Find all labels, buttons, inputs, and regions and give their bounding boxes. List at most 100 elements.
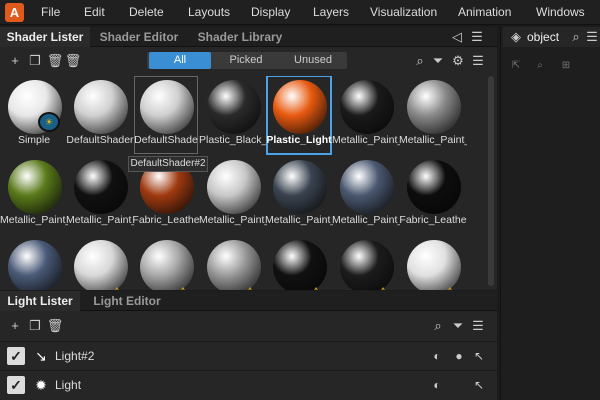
environment-badge-icon: ☀ (38, 112, 60, 132)
delete-light-icon[interactable]: 🗑 (46, 317, 64, 335)
shader-graph-badge-icon: ⟁ (174, 284, 192, 290)
shader-swatch[interactable]: Fabric_Leathe (399, 156, 467, 234)
shader-label: Fabric_Leathe (399, 214, 467, 226)
menu-display[interactable]: Display (251, 0, 290, 25)
shader-swatch[interactable]: Plastic_Black_ (199, 76, 267, 154)
tab-light-editor[interactable]: Light Editor (86, 291, 168, 311)
object-search-small-icon[interactable]: ⌕ (533, 57, 547, 75)
shader-sphere-preview (273, 80, 327, 134)
shader-swatch[interactable]: Plastic_Light (266, 76, 332, 155)
shader-swatch[interactable]: Metallic_Paint_ (332, 156, 400, 234)
shader-tab-bar: Shader Lister Shader Editor Shader Libra… (0, 27, 497, 47)
menu-visualization[interactable]: Visualization (370, 0, 437, 25)
list-menu-icon[interactable]: ☰ (470, 52, 486, 70)
shader-label: Metallic_Paint_ (399, 134, 467, 146)
object-lister-panel: ◈ object ⌕ ☰ ⇱ ⌕ ⊞ (500, 27, 600, 400)
shader-swatch[interactable]: Metallic_Paint_ (0, 156, 68, 234)
light-visibility-checkbox[interactable]: ✓ (7, 376, 25, 394)
light-visibility-checkbox[interactable]: ✓ (7, 347, 25, 365)
object-search-icon[interactable]: ⌕ (569, 28, 583, 46)
filter-icon[interactable]: ⏷ (430, 52, 446, 70)
tab-shader-lister[interactable]: Shader Lister (0, 27, 90, 47)
menu-delete[interactable]: Delete (129, 0, 164, 25)
object-search-input[interactable]: object (527, 27, 559, 47)
shader-label: Metallic_Paint_ (0, 214, 68, 226)
duplicate-icon[interactable]: ❐ (26, 52, 44, 70)
light-label: Light (55, 378, 82, 392)
shader-graph-badge-icon: ⟁ (307, 284, 325, 290)
hierarchy-icon[interactable]: ⊞ (559, 57, 573, 75)
shader-label: Metallic_Paint_ (199, 214, 267, 226)
shader-swatch[interactable]: ⟁ (267, 236, 331, 290)
light-search-icon[interactable]: ⌕ (430, 317, 446, 335)
shader-swatch[interactable]: Metallic_Paint_ (265, 156, 333, 234)
menu-animation[interactable]: Animation (458, 0, 511, 25)
trash-icon[interactable]: 🗑 (64, 52, 82, 70)
back-arrow-icon[interactable]: ◁ (450, 28, 464, 46)
tab-light-lister[interactable]: Light Lister (0, 291, 80, 311)
object-menu-icon[interactable]: ☰ (585, 28, 599, 46)
shader-swatch[interactable] (2, 236, 66, 290)
shader-swatch[interactable]: ⟁ (134, 236, 198, 290)
menu-edit[interactable]: Edit (84, 0, 105, 25)
filter-picked[interactable]: Picked (215, 52, 277, 69)
delete-unused-icon[interactable]: 🗑 (46, 52, 64, 70)
shader-sphere-preview (207, 160, 261, 214)
shader-swatch[interactable]: Metallic_Paint_ (199, 156, 267, 234)
light-filter-icon[interactable]: ⏷ (450, 317, 466, 335)
shader-label: Metallic_Paint_ (332, 214, 400, 226)
gear-icon[interactable]: ⚙ (450, 52, 466, 70)
add-light-icon[interactable]: + (6, 317, 24, 335)
shader-swatch[interactable]: Metallic_Paint_ (66, 156, 134, 234)
shader-swatch[interactable]: DefaultShader (66, 76, 134, 154)
menu-layouts[interactable]: Layouts (188, 0, 230, 25)
object-search-bar: ◈ object ⌕ ☰ (503, 27, 600, 47)
shader-swatch[interactable]: ⟁ (68, 236, 132, 290)
shader-graph-badge-icon: ⟁ (241, 284, 259, 290)
shader-swatch[interactable]: ⟁ (401, 236, 465, 290)
shader-tooltip: DefaultShader#2 (128, 156, 208, 172)
tab-shader-editor[interactable]: Shader Editor (94, 27, 184, 47)
shader-swatch[interactable]: ⟁ (334, 236, 398, 290)
light-menu-icon[interactable]: ☰ (470, 317, 486, 335)
shadow-toggle-icon[interactable]: ● (450, 346, 468, 366)
shader-swatch[interactable]: Metallic_Paint_ (399, 76, 467, 154)
shader-label: Metallic_Paint_ (332, 134, 400, 146)
light-row[interactable]: ✓ ↘ Light#2 ◐ ● ↖ (0, 341, 497, 369)
pick-light-icon[interactable]: ↖ (470, 375, 488, 395)
shader-swatch[interactable]: DefaultShade (134, 76, 198, 154)
filter-unused[interactable]: Unused (281, 52, 345, 69)
pick-light-icon[interactable]: ↖ (470, 346, 488, 366)
shader-sphere-preview (273, 240, 327, 290)
light-row[interactable]: ✓ ✹ Light ◐ ↖ (0, 370, 497, 398)
light-lister-panel: Light Lister Light Editor + ❐ 🗑 ⌕ ⏷ ☰ ✓ … (0, 291, 497, 400)
search-icon[interactable]: ⌕ (412, 52, 428, 70)
menu-file[interactable]: File (41, 0, 60, 25)
object-icon: ◈ (511, 29, 521, 44)
shader-swatch[interactable]: Metallic_Paint_ (332, 76, 400, 154)
duplicate-light-icon[interactable]: ❐ (26, 317, 44, 335)
shader-sphere-preview (273, 160, 327, 214)
shader-graph-badge-icon: ⟁ (441, 284, 459, 290)
shader-label: Plastic_Light (266, 134, 332, 146)
plus-icon[interactable]: + (6, 52, 24, 70)
shader-swatch[interactable]: ⟁ (201, 236, 265, 290)
shader-label: Metallic_Paint_ (265, 214, 333, 226)
shader-sphere-preview (207, 240, 261, 290)
external-icon[interactable]: ⇱ (509, 57, 523, 75)
light-toggle-icon[interactable]: ◐ (428, 346, 446, 366)
menu-layers[interactable]: Layers (313, 0, 349, 25)
shader-sphere-preview (140, 80, 194, 134)
shader-lister-panel: Shader Lister Shader Editor Shader Libra… (0, 27, 497, 290)
app-logo-icon[interactable]: A (5, 3, 24, 22)
shader-grid-scrollbar[interactable] (488, 76, 494, 286)
light-tab-bar: Light Lister Light Editor (0, 291, 497, 311)
shader-label: Simple (17, 134, 51, 146)
shader-swatch[interactable]: Simple ☀ (2, 76, 66, 154)
filter-all[interactable]: All (149, 52, 211, 69)
light-toggle-icon[interactable]: ◐ (428, 375, 446, 395)
tab-shader-library[interactable]: Shader Library (190, 27, 290, 47)
menu-icon[interactable]: ☰ (470, 28, 484, 46)
menu-windows[interactable]: Windows (536, 0, 585, 25)
shader-sphere-preview (340, 240, 394, 290)
